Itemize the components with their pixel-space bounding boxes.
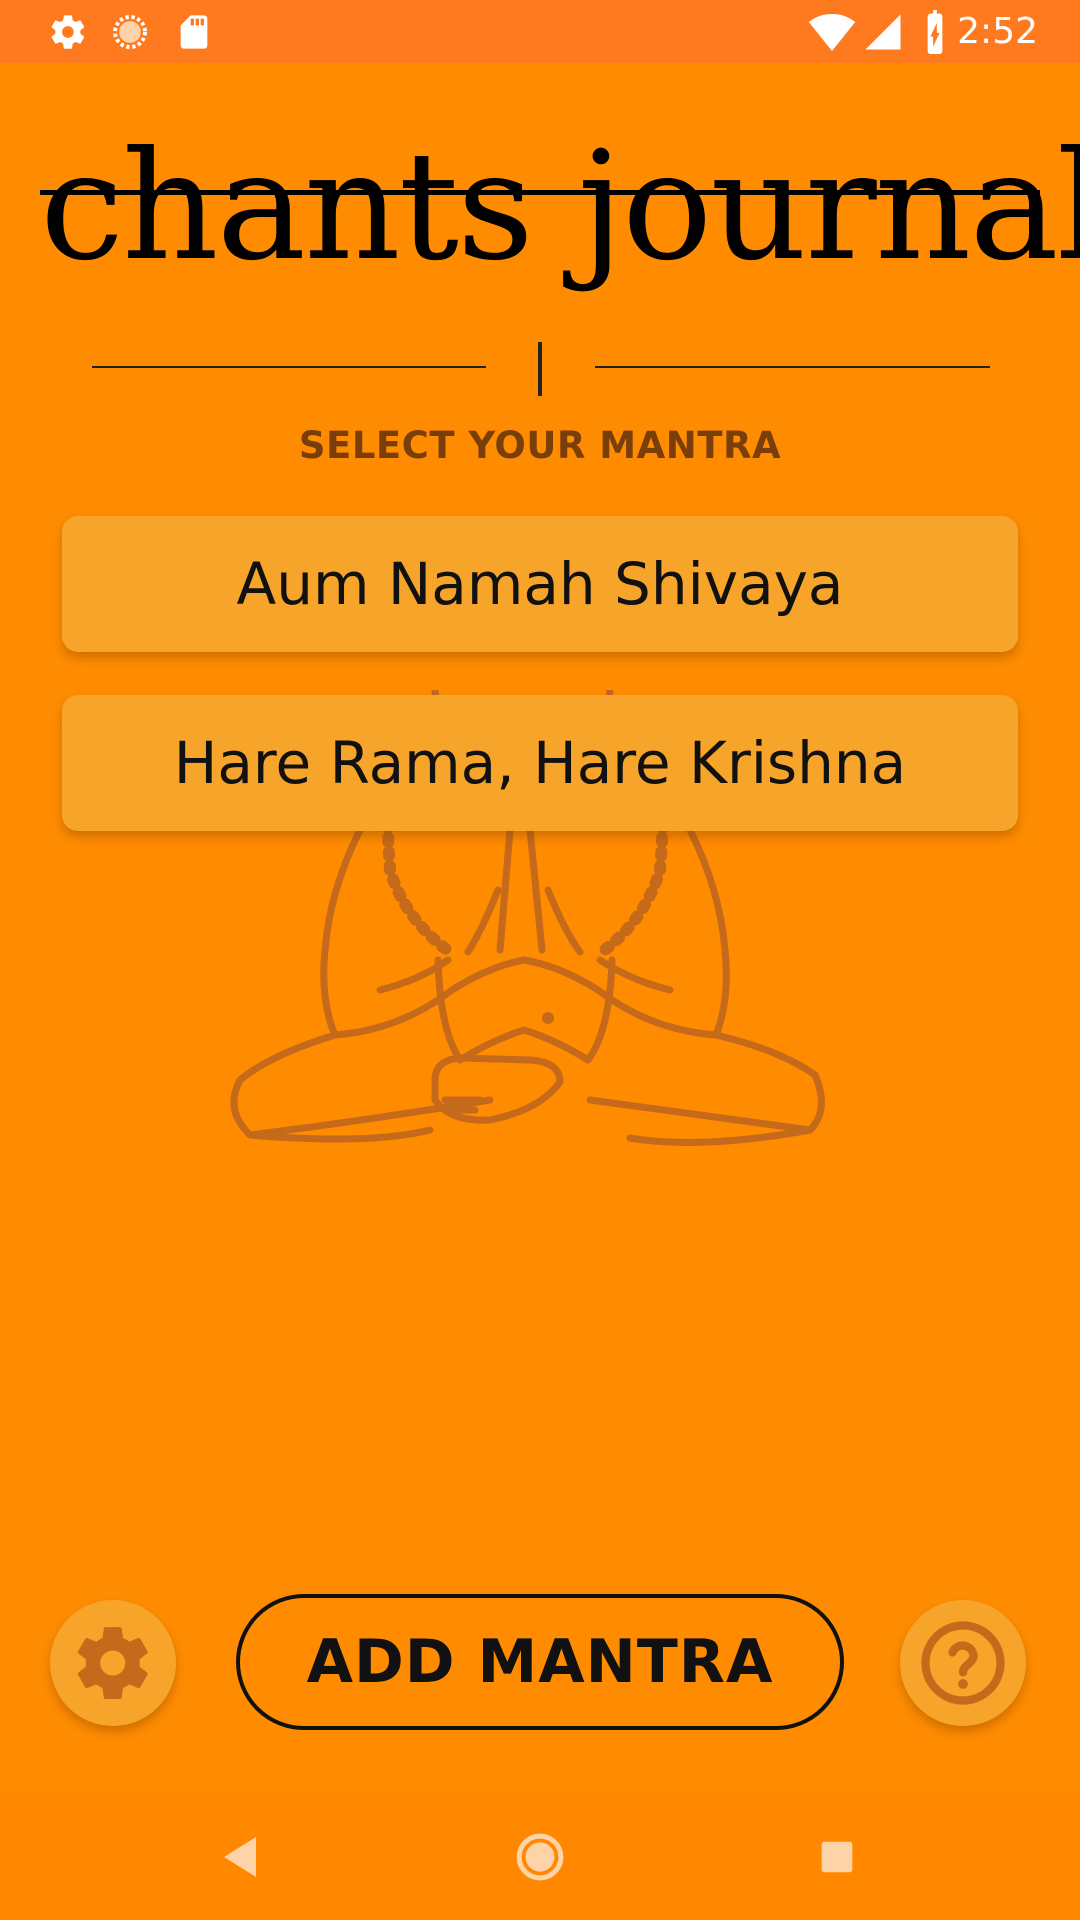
gear-icon — [51, 15, 85, 49]
question-circle-icon — [921, 1621, 1005, 1705]
circle-spinner-icon — [113, 15, 147, 49]
app-title: chants journal — [40, 112, 1080, 327]
nav-back-button[interactable] — [207, 1824, 273, 1890]
mantra-card[interactable]: Hare Rama, Hare Krishna — [62, 695, 1018, 831]
sd-card-icon — [180, 15, 208, 49]
mantra-card-label: Hare Rama, Hare Krishna — [173, 729, 907, 797]
back-icon — [224, 1837, 256, 1877]
app-title-text: chants journal — [40, 120, 1080, 294]
gear-icon — [77, 1627, 148, 1699]
wifi-icon — [808, 13, 856, 51]
help-button[interactable] — [900, 1600, 1026, 1726]
divider-tick — [538, 342, 542, 396]
system-nav-bar — [0, 1794, 1080, 1920]
nav-recents-button[interactable] — [804, 1824, 870, 1890]
app-screen: 2:52 chants journal SELECT YOUR MANTRA A… — [0, 0, 1080, 1920]
home-icon — [516, 1833, 564, 1881]
signal-icon — [865, 14, 901, 50]
nav-home-button[interactable] — [507, 1824, 573, 1890]
add-mantra-button[interactable]: ADD MANTRA — [236, 1594, 844, 1730]
section-label: SELECT YOUR MANTRA — [298, 424, 782, 467]
divider-line-right — [595, 366, 990, 368]
status-time: 2:52 — [957, 11, 1038, 52]
title-divider — [92, 342, 990, 396]
mantra-card-label: Aum Namah Shivaya — [236, 550, 844, 618]
recents-icon — [821, 1841, 853, 1873]
mantra-list: Aum Namah Shivaya Hare Rama, Hare Krishn… — [62, 516, 1018, 836]
divider-line-left — [92, 366, 486, 368]
battery-charging-icon — [927, 10, 943, 54]
status-bar: 2:52 — [0, 0, 1080, 63]
mantra-card[interactable]: Aum Namah Shivaya — [62, 516, 1018, 652]
settings-button[interactable] — [50, 1600, 176, 1726]
